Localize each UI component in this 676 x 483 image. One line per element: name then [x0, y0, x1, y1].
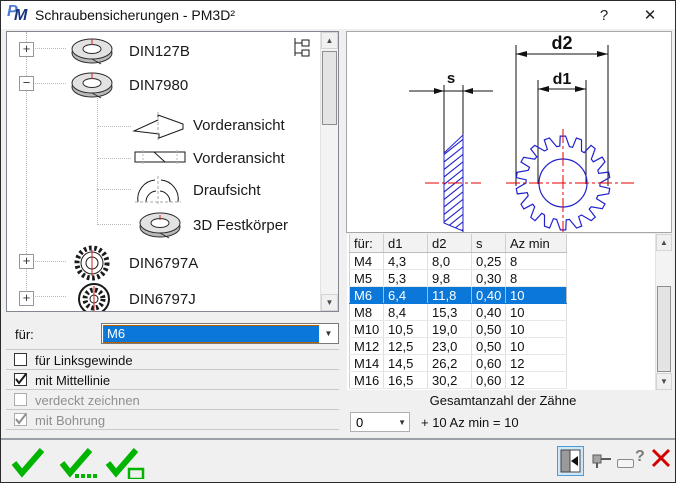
- scrollbar-thumb[interactable]: [657, 286, 671, 372]
- chevron-down-icon[interactable]: ▼: [398, 418, 406, 427]
- teeth-formula-text: + 10 Az min = 10: [421, 415, 519, 430]
- checkbox-fuer-linksgewinde[interactable]: für Linksgewinde: [6, 350, 339, 370]
- checkbox-label: verdeckt zeichnen: [35, 393, 140, 408]
- dimension-label-d2: d2: [551, 33, 572, 53]
- tree-item-draufsicht[interactable]: Draufsicht: [7, 172, 307, 206]
- scrollbar-thumb[interactable]: [322, 51, 337, 125]
- cancel-button[interactable]: [651, 448, 671, 468]
- table-scrollbar[interactable]: ▲ ▼: [655, 234, 672, 390]
- table-header-cell[interactable]: Az min: [506, 234, 567, 253]
- options-list: für Linksgewinde mit Mittellinie verdeck…: [6, 349, 339, 430]
- table-row[interactable]: M88,415,30,4010: [350, 304, 567, 321]
- pm3d-logo-icon: PM: [7, 5, 29, 25]
- tree-scrollbar[interactable]: ▲ ▼: [320, 32, 338, 311]
- ok-repeat-button[interactable]: [57, 443, 103, 479]
- total-teeth-label: Gesamtanzahl der Zähne: [347, 393, 659, 408]
- context-help-button[interactable]: ?: [635, 448, 645, 466]
- size-combobox[interactable]: M6 ▼: [101, 323, 339, 344]
- schraubensicherungen-dialog: PM Schraubensicherungen - PM3D² ? ✕ + D: [0, 0, 676, 483]
- size-selector-label: für:: [15, 327, 34, 342]
- table-row[interactable]: M1616,530,20,6012: [350, 372, 567, 389]
- hierarchy-tree-icon[interactable]: [291, 36, 315, 62]
- scroll-down-icon[interactable]: ▼: [656, 373, 672, 390]
- spring-washer-front-icon: [131, 112, 187, 140]
- expand-plus-icon[interactable]: +: [19, 42, 34, 57]
- table-header-row[interactable]: für:d1d2sAz min: [350, 234, 567, 253]
- dimension-label-d1: d1: [553, 71, 572, 88]
- tree-item-label: DIN7980: [129, 77, 188, 94]
- table-row[interactable]: M66,411,80,4010: [350, 287, 567, 304]
- tree-item-label: DIN127B: [129, 43, 190, 60]
- bottom-bar: ?: [1, 440, 676, 482]
- tree-item-din6797a[interactable]: + DIN6797A: [7, 244, 307, 281]
- table-row[interactable]: M44,38,00,258: [350, 253, 567, 270]
- checkbox-box[interactable]: [14, 353, 27, 366]
- tree-item-label: 3D Festkörper: [193, 217, 288, 234]
- external-tooth-washer-icon: [65, 245, 119, 281]
- checkbox-mit-mittellinie[interactable]: mit Mittellinie: [6, 370, 339, 390]
- dock-panel-icon: [560, 449, 581, 473]
- checkmark-icon: [14, 372, 28, 386]
- table-row[interactable]: M55,39,80,308: [350, 270, 567, 287]
- tree-item-vorderansicht-2[interactable]: Vorderansicht: [7, 144, 307, 172]
- scroll-down-icon[interactable]: ▼: [321, 294, 338, 311]
- tree-item-din127b[interactable]: + DIN127B: [7, 34, 307, 68]
- tree-item-3d-festkoerper[interactable]: 3D Festkörper: [7, 206, 307, 242]
- table-header-cell[interactable]: d1: [384, 234, 428, 253]
- checkbox-box: [14, 393, 27, 406]
- ok-button[interactable]: [9, 443, 49, 479]
- part-tree-panel: + DIN127B − DIN7980: [6, 31, 339, 312]
- window-title: Schraubensicherungen - PM3D²: [35, 7, 235, 23]
- titlebar-close-button[interactable]: ✕: [635, 1, 665, 29]
- checkbox-label: für Linksgewinde: [35, 353, 133, 368]
- tree-item-label: DIN6797J: [129, 291, 196, 308]
- collapse-minus-icon[interactable]: −: [19, 76, 34, 91]
- tree-item-label: Vorderansicht: [193, 117, 285, 134]
- tree-item-label: Draufsicht: [193, 182, 261, 199]
- table-header-cell[interactable]: s: [472, 234, 506, 253]
- ok-options-button[interactable]: [103, 443, 149, 479]
- checkbox-box[interactable]: [14, 373, 27, 386]
- technical-drawing-panel: d2 d1 s: [346, 31, 672, 233]
- tree-item-vorderansicht-1[interactable]: Vorderansicht: [7, 108, 307, 142]
- checkbox-mit-bohrung: mit Bohrung: [6, 410, 339, 430]
- lock-washer-drawing: d2 d1 s: [347, 32, 671, 232]
- title-bar[interactable]: PM Schraubensicherungen - PM3D² ? ✕: [1, 1, 675, 29]
- washer-section-icon: [133, 150, 189, 166]
- table-row[interactable]: M1414,526,20,6012: [350, 355, 567, 372]
- checkbox-label: mit Mittellinie: [35, 373, 110, 388]
- dimensions-table-panel: für:d1d2sAz min M44,38,00,258M55,39,80,3…: [347, 234, 672, 390]
- table-row[interactable]: M1010,519,00,5010: [350, 321, 567, 338]
- tree-item-label: Vorderansicht: [193, 150, 285, 167]
- scroll-up-icon[interactable]: ▲: [321, 32, 338, 49]
- expand-plus-icon[interactable]: +: [19, 254, 34, 269]
- scroll-up-icon[interactable]: ▲: [656, 234, 672, 251]
- dimension-label-s: s: [447, 70, 455, 87]
- dock-panel-button[interactable]: [557, 446, 584, 476]
- size-combobox-value[interactable]: M6: [103, 325, 323, 343]
- expand-plus-icon[interactable]: +: [19, 291, 34, 306]
- washer-3d-icon: [67, 35, 117, 67]
- washer-top-view-icon: [133, 174, 185, 206]
- dimensions-table[interactable]: für:d1d2sAz min M44,38,00,258M55,39,80,3…: [349, 234, 567, 389]
- tree-item-label: DIN6797A: [129, 255, 198, 272]
- checkbox-label: mit Bohrung: [35, 413, 105, 428]
- extra-teeth-combobox[interactable]: 0 ▼: [350, 412, 410, 432]
- washer-3d-icon: [67, 69, 117, 101]
- checkbox-verdeckt-zeichnen: verdeckt zeichnen: [6, 390, 339, 410]
- washer-3d-icon: [135, 209, 185, 241]
- checkmark-icon: [14, 412, 28, 426]
- tree-item-din7980[interactable]: − DIN7980: [7, 68, 307, 102]
- minimize-dialog-icon[interactable]: [617, 459, 634, 468]
- table-row[interactable]: M1212,523,00,5010: [350, 338, 567, 355]
- titlebar-help-button[interactable]: ?: [589, 1, 619, 29]
- table-header-cell[interactable]: für:: [350, 234, 384, 253]
- internal-tooth-washer-icon: [67, 282, 121, 312]
- checkbox-box: [14, 413, 27, 426]
- tree-item-din6797j[interactable]: + DIN6797J: [7, 281, 307, 312]
- extra-teeth-value[interactable]: 0: [356, 415, 363, 430]
- table-header-cell[interactable]: d2: [428, 234, 472, 253]
- pin-icon[interactable]: [591, 452, 615, 470]
- chevron-down-icon[interactable]: ▼: [319, 324, 338, 343]
